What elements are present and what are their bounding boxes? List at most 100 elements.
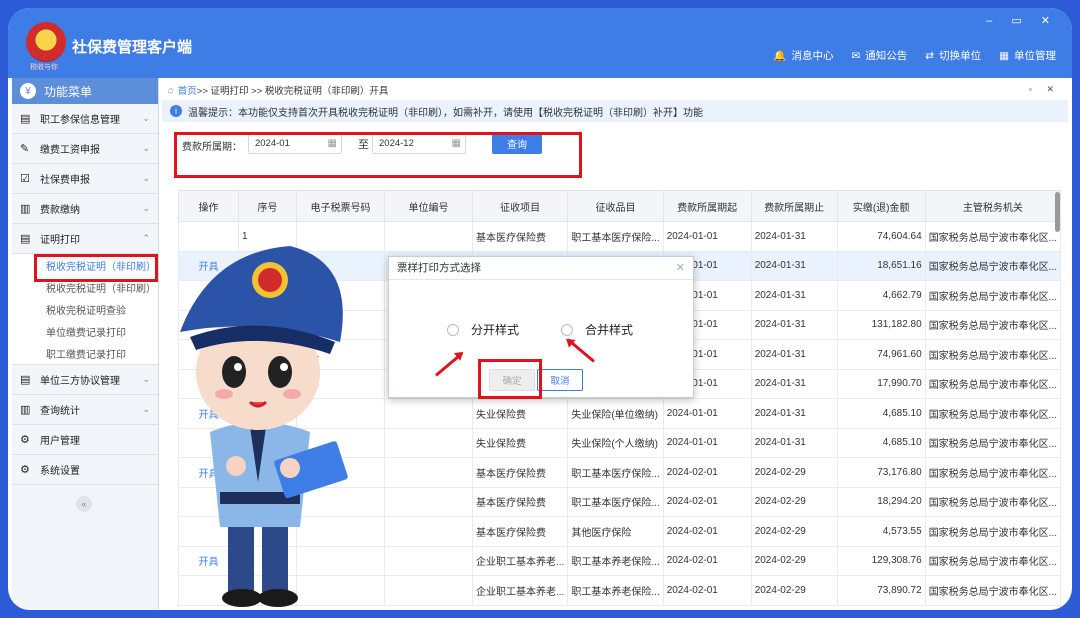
collapse-sidebar-icon[interactable]: « [76, 496, 92, 512]
table-cell: 17,990.70 [836, 368, 926, 399]
radio-circle-icon[interactable] [447, 323, 459, 336]
table-cell: 职工基本医疗保险... [567, 221, 664, 252]
table-cell: 国家税务总局宁波市奉化区... [924, 545, 1062, 576]
submenu-item[interactable]: 单位缴费记录打印 [12, 320, 158, 342]
sidebar-menu-item[interactable]: ▥ 费款缴纳 ⌄ [12, 194, 158, 224]
table-cell: 国家税务总局宁波市奉化区... [924, 575, 1062, 606]
table-header-row: 操作 序号 电子税票号码 单位编号 征收项目 征收品目 费款所属期起 费款所属期止 实缴(退)金… [178, 190, 1062, 222]
table-cell: 2024-01-31 [750, 368, 838, 399]
sidebar-menu-label: 证明打印 [40, 235, 80, 246]
building-icon[interactable]: ▦ [999, 50, 1009, 62]
table-cell: 2024-02-01 [662, 486, 752, 517]
table-cell [384, 427, 473, 458]
table-cell: 国家税务总局宁波市奉化区... [924, 427, 1062, 458]
table-cell: 2024-02-29 [750, 575, 838, 606]
top-nav-label: 通知公告 [865, 50, 908, 62]
table-cell: 企业职工基本养老... [471, 545, 569, 576]
table-cell: 基本医疗保险费 [471, 516, 569, 547]
sidebar-menu-item[interactable]: ▤ 证明打印 ⌃ [12, 224, 158, 254]
submenu-item[interactable]: 税收完税证明查验 [12, 298, 158, 320]
chevron-down-icon[interactable]: ⌄ [142, 173, 150, 184]
menu-icon: ▤ [20, 113, 31, 125]
sidebar-menu-item[interactable]: ▤ 职工参保信息管理 ⌄ [12, 104, 158, 134]
sidebar-menu-item[interactable]: ▤ 单位三方协议管理 ⌄ [12, 365, 158, 395]
chevron-down-icon[interactable]: ⌄ [142, 404, 150, 415]
sidebar-menu-label: 职工参保信息管理 [40, 115, 120, 126]
top-nav-item[interactable]: ✉ 通知公告 [851, 48, 907, 63]
chevron-up-icon[interactable]: ⌃ [142, 233, 150, 244]
menu-icon: ▤ [20, 233, 31, 245]
window-controls[interactable]: – ▭ ✕ [986, 14, 1058, 27]
highlight-box-menu [34, 254, 158, 282]
dialog-title: 票样打印方式选择 [389, 257, 693, 280]
sidebar-menu-label: 费款缴纳 [40, 205, 80, 216]
highlight-box-search [174, 132, 582, 178]
table-cell: 2024-01-31 [750, 280, 838, 311]
sidebar-menu-item[interactable]: ⚙ 系统设置 [12, 455, 158, 485]
breadcrumb-path: >> 证明打印 >> 税收完税证明（非印刷）开具 [196, 86, 389, 97]
table-cell: 2024-02-01 [662, 457, 752, 488]
table-cell: 2024-01-31 [750, 221, 838, 252]
chevron-down-icon[interactable]: ⌄ [142, 113, 150, 124]
table-cell: 国家税务总局宁波市奉化区... [924, 221, 1062, 252]
table-cell: 18,651.16 [836, 250, 926, 281]
table-cell: 2024-01-31 [750, 250, 838, 281]
info-icon: i [170, 105, 182, 117]
table-cell: 2024-02-01 [662, 545, 752, 576]
column-header: 征收品目 [567, 190, 664, 222]
table-cell: 其他医疗保险 [567, 516, 664, 547]
radio-circle-icon[interactable] [561, 323, 573, 336]
table-cell: 2024-01-01 [662, 398, 752, 429]
tab-controls[interactable]: ▫ ✕ [1029, 84, 1060, 95]
table-cell: 4,573.55 [836, 516, 926, 547]
table-cell [384, 486, 473, 517]
radio-separate-style[interactable]: 分开样式 [447, 321, 519, 338]
column-header: 征收项目 [471, 190, 569, 222]
sidebar-menu-label: 查询统计 [40, 406, 80, 417]
sidebar-menu-item[interactable]: ✎ 缴费工资申报 ⌄ [12, 134, 158, 164]
table-cell: 4,662.79 [836, 280, 926, 311]
breadcrumb-home[interactable]: 首页 [178, 83, 197, 97]
column-header: 实缴(退)金额 [836, 190, 926, 222]
table-cell: 职工基本养老保险... [567, 545, 664, 576]
sidebar: ¥ 功能菜单 ▤ 职工参保信息管理 ⌄ ✎ 缴费工资申报 ⌄ ☑ 社保费申报 ⌄ ▥ 费款缴纳 ⌄ ▤ 证… [12, 78, 159, 610]
top-nav-label: 单位管理 [1014, 50, 1056, 62]
submenu-item[interactable]: 职工缴费记录打印 [12, 342, 158, 364]
table-cell: 职工基本医疗保险... [567, 486, 664, 517]
bell-icon[interactable]: 🔔 [773, 50, 786, 62]
chevron-down-icon[interactable]: ⌄ [142, 203, 150, 214]
table-cell: 74,961.60 [836, 339, 926, 370]
table-cell [384, 398, 473, 429]
switch-icon[interactable]: ⇄ [925, 50, 934, 62]
close-icon[interactable]: ✕ [676, 261, 685, 274]
radio-separate-label: 分开样式 [471, 323, 520, 337]
mail-icon[interactable]: ✉ [851, 50, 860, 62]
chevron-down-icon[interactable]: ⌄ [142, 143, 150, 154]
table-cell: 2024-02-29 [750, 486, 838, 517]
table-cell: 国家税务总局宁波市奉化区... [924, 368, 1062, 399]
table-cell: 131,182.80 [836, 309, 926, 340]
menu-icon: ▥ [20, 203, 31, 215]
chevron-down-icon[interactable]: ⌄ [142, 374, 150, 385]
sidebar-menu-item[interactable]: ☑ 社保费申报 ⌄ [12, 164, 158, 194]
yuan-icon: ¥ [20, 83, 36, 99]
top-nav-item[interactable]: 🔔 消息中心 [773, 48, 833, 63]
cancel-button[interactable]: 取消 [537, 369, 583, 391]
table-cell: 企业职工基本养老... [471, 575, 569, 606]
menu-icon: ⚙ [20, 434, 30, 446]
highlight-box-confirm [478, 359, 542, 399]
table-cell [384, 545, 473, 576]
vertical-scrollbar[interactable] [1055, 192, 1060, 232]
table-cell [384, 575, 473, 606]
sidebar-menu-item[interactable]: ⚙ 用户管理 [12, 425, 158, 455]
sidebar-menu-label: 单位三方协议管理 [40, 376, 120, 387]
top-nav-item[interactable]: ⇄ 切换单位 [925, 48, 981, 63]
table-cell: 2024-01-01 [662, 427, 752, 458]
top-nav-label: 切换单位 [939, 50, 982, 62]
column-header: 主管税务机关 [924, 190, 1062, 222]
radio-merged-style[interactable]: 合并样式 [561, 321, 633, 338]
sidebar-menu-item[interactable]: ▥ 查询统计 ⌄ [12, 395, 158, 425]
top-nav-item[interactable]: ▦ 单位管理 [999, 48, 1056, 63]
menu-icon: ▤ [20, 374, 31, 386]
menu-icon: ☑ [20, 173, 30, 185]
